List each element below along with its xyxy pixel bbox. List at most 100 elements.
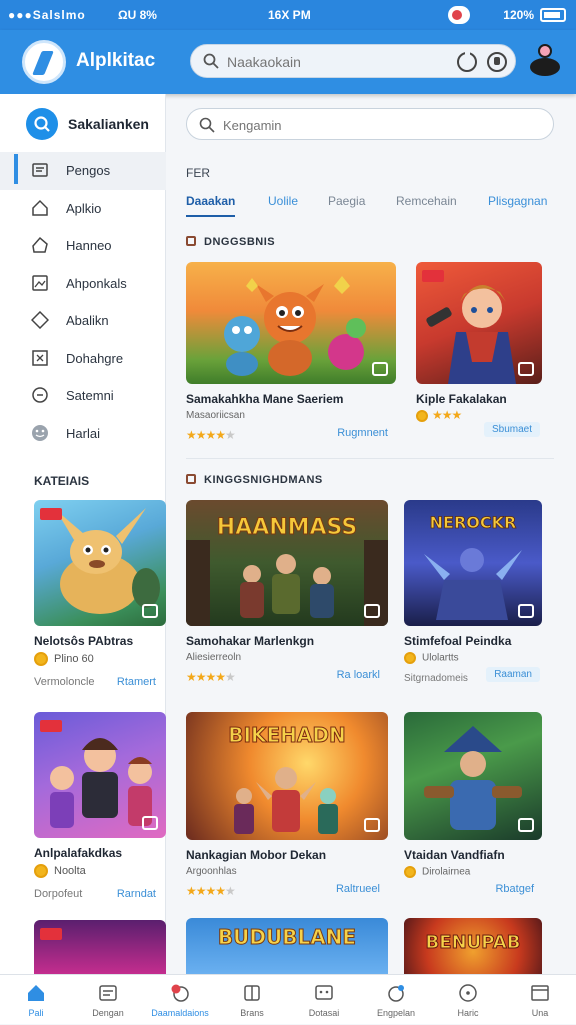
game-card[interactable]: Vtaidan Vandfiafn Dirolairnea Rbatgef <box>404 712 542 898</box>
game-thumbnail <box>34 500 166 626</box>
sidebar-game-card[interactable]: Anlpalafakdkas Noolta Dorpofeut Rarndat <box>34 712 166 906</box>
controller-icon <box>518 604 534 618</box>
game-link[interactable]: Ra loarkl <box>337 669 380 681</box>
game-footer: Dorpofeut Rarndat <box>34 888 166 906</box>
game-card[interactable]: NEROCKR Stimfefoal Peindka Ulolartts Sit… <box>404 500 542 684</box>
bottom-nav-label: Una <box>531 1008 549 1018</box>
sidebar-item-pengos[interactable]: Pengos <box>0 152 166 190</box>
record-icon <box>448 6 470 24</box>
main-search-bar[interactable] <box>186 108 554 140</box>
sidebar-item-dohahgre[interactable]: Dohahgre <box>0 340 166 378</box>
tab-uolile[interactable]: Uolile <box>268 194 298 208</box>
coin-icon <box>416 410 428 422</box>
bottom-nav-una[interactable]: Una <box>504 975 576 1025</box>
bottom-nav: Pali Dengan Daamaldaions Brans Dotasai E… <box>0 974 576 1024</box>
game-link[interactable]: Raaman <box>486 667 540 682</box>
sidebar-item-hanneo[interactable]: Hanneo <box>0 227 166 265</box>
sidebar: Sakalianken Pengos Aplkio Hanneo Ahponka… <box>0 94 166 974</box>
section-icon <box>186 474 196 484</box>
sidebar-item-harlai[interactable]: Harlai <box>0 415 166 453</box>
game-subtitle: Masaoriicsan <box>186 410 245 421</box>
star-rating: ★★★★★ <box>186 428 236 442</box>
bottom-nav-label: Daamaldaions <box>151 1008 209 1018</box>
bottom-nav-dotasai[interactable]: Dotasai <box>288 975 360 1025</box>
chat-box-icon <box>315 985 333 1000</box>
new-badge <box>422 270 444 282</box>
bottom-nav-engpelan[interactable]: Engpelan <box>360 975 432 1025</box>
game-footer: ★★★★★ Raltrueel <box>186 882 388 898</box>
game-link[interactable]: Rugmnent <box>337 427 388 439</box>
star-rating: ★★★ <box>432 408 462 422</box>
category-tabs: Daaakan Uolile Paegia Remcehain Plisgagn… <box>186 194 556 218</box>
sidebar-item-label: Dohahgre <box>66 350 124 366</box>
top-search-input[interactable] <box>227 51 437 73</box>
top-search-bar[interactable] <box>190 44 516 78</box>
controller-icon <box>372 362 388 376</box>
sidebar-game-card[interactable]: Nelotsôs PAbtras Plino 60 Vermoloncle Rta… <box>34 500 166 694</box>
game-footer-text: Vermoloncle <box>34 676 95 688</box>
bottom-nav-dengan[interactable]: Dengan <box>72 975 144 1025</box>
app-title: Alplkitac <box>76 50 156 71</box>
window-icon <box>531 985 549 1001</box>
game-link[interactable]: Rtamert <box>117 676 156 688</box>
bottom-nav-pali[interactable]: Pali <box>0 975 72 1025</box>
game-meta-text: Plino 60 <box>54 652 94 665</box>
game-card[interactable]: BIKEHADN Nankagian Mobor Dekan Argoonhla… <box>186 712 388 898</box>
microphone-icon[interactable] <box>487 52 507 72</box>
game-meta: Plino 60 <box>34 652 166 670</box>
game-banner-text: BENUPAB <box>426 932 521 953</box>
grid-icon <box>32 349 48 366</box>
star-rating: ★★★★★ <box>186 884 236 898</box>
sidebar-item-ahponkals[interactable]: Ahponkals <box>0 265 166 303</box>
bottom-nav-daamaldaions[interactable]: Daamaldaions <box>144 975 216 1025</box>
game-thumbnail <box>34 920 166 974</box>
avatar-head <box>538 44 552 58</box>
sidebar-item-label: Ahponkals <box>66 275 127 291</box>
clock: 16X PM <box>268 8 311 22</box>
game-title: Samakahkha Mane Saeriem <box>186 392 344 406</box>
tab-paegia[interactable]: Paegia <box>328 194 365 208</box>
game-link[interactable]: Raltrueel <box>336 883 380 895</box>
game-card[interactable]: HAANMASS Samohakar Marlenkgn Aliesierreo… <box>186 500 388 684</box>
sidebar-item-aplkio[interactable]: Aplkio <box>0 190 166 228</box>
game-card[interactable]: BENUPAB <box>404 918 542 974</box>
game-link[interactable]: Sbumaet <box>483 422 540 437</box>
game-title: Nankagian Mobor Dekan <box>186 848 327 862</box>
network-text: ΩU 8% <box>118 8 157 22</box>
game-footer: Rbatgef <box>404 882 542 898</box>
sidebar-game-card[interactable] <box>34 920 166 974</box>
game-link[interactable]: Rbatgef <box>495 883 534 895</box>
game-card[interactable]: Samakahkha Mane Saeriem Masaoriicsan ★★★… <box>186 262 396 442</box>
bottom-nav-label: Brans <box>240 1008 264 1018</box>
game-footer: ★★★★★ Rugmnent <box>186 426 396 442</box>
avatar[interactable] <box>528 44 562 78</box>
tab-daaakan[interactable]: Daaakan <box>186 194 236 217</box>
sidebar-item-abalikn[interactable]: Abalikn <box>0 302 166 340</box>
section-title: DNGGSBNIS <box>186 236 275 248</box>
avatar-body <box>530 58 560 76</box>
game-card[interactable]: BUDUBLANE <box>186 918 388 974</box>
game-link[interactable]: Rarndat <box>117 888 156 900</box>
sidebar-item-label: Abalikn <box>66 313 109 328</box>
bottom-nav-haric[interactable]: Haric <box>432 975 504 1025</box>
coin-icon <box>404 652 416 664</box>
tab-remcehain[interactable]: Remcehain <box>396 194 457 208</box>
tab-plisgagnan[interactable]: Plisgagnan <box>488 194 547 208</box>
controller-icon <box>364 818 380 832</box>
app-logo[interactable] <box>22 40 66 84</box>
sidebar-header-label: Sakalianken <box>68 116 149 132</box>
chat-icon <box>32 387 48 403</box>
game-card[interactable]: Kiple Fakalakan ★★★ Sbumaet <box>416 262 542 442</box>
bottom-nav-brans[interactable]: Brans <box>216 975 288 1025</box>
sidebar-item-satemni[interactable]: Satemni <box>0 377 166 415</box>
notification-icon <box>171 984 189 1002</box>
game-thumbnail: HAANMASS <box>186 500 388 626</box>
section-label: FER <box>186 166 210 180</box>
main-search-input[interactable] <box>223 114 523 136</box>
game-title: Anlpalafakdkas <box>34 846 123 860</box>
controller-icon <box>142 816 158 830</box>
bookmark-icon <box>244 985 260 1001</box>
battery-percent: 120% <box>503 8 534 22</box>
game-title: Stimfefoal Peindka <box>404 634 512 648</box>
refresh-icon[interactable] <box>457 51 477 72</box>
